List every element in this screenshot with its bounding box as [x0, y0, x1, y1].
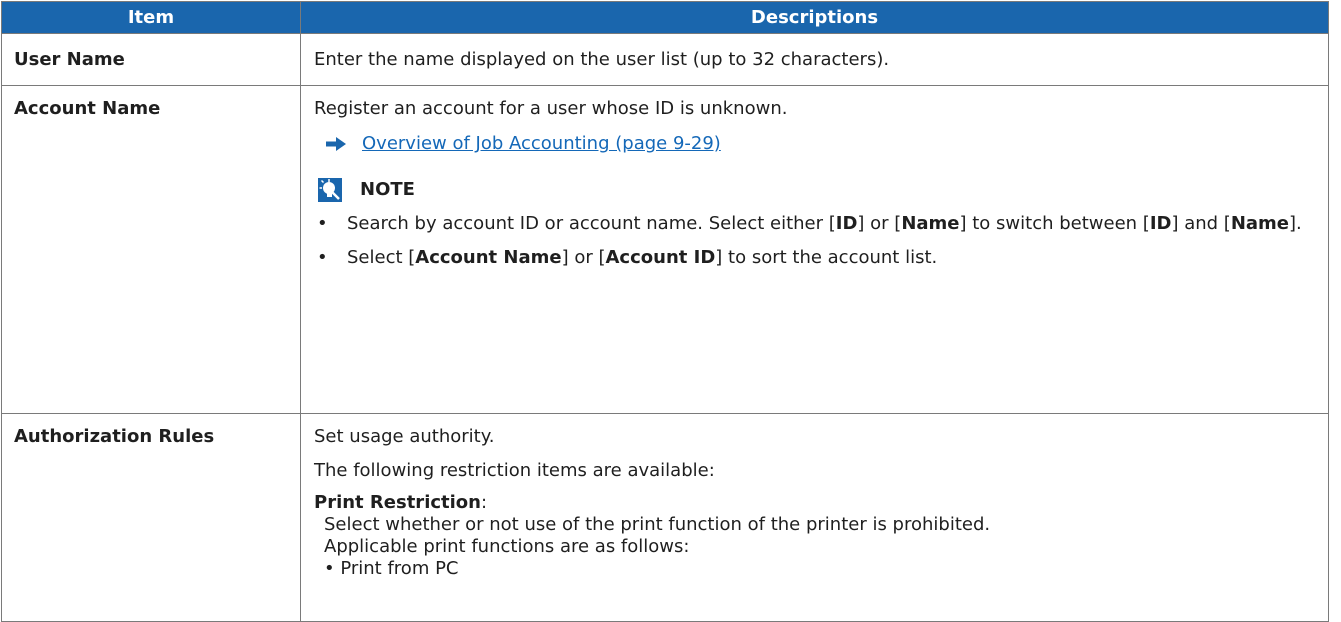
table-row: Authorization Rules Set usage authority.… — [1, 413, 1329, 622]
note-bullet-text: Select [Account Name] or [Account ID] to… — [347, 247, 938, 268]
note-header: NOTE — [314, 177, 1316, 203]
table-row: User Name Enter the name displayed on th… — [1, 33, 1329, 86]
desc-user-name: Enter the name displayed on the user lis… — [300, 33, 1329, 86]
print-restriction-heading: Print Restriction: — [314, 492, 488, 513]
note-bullet-text: Search by account ID or account name. Se… — [347, 213, 1302, 234]
note-bullet: • Select [Account Name] or [Account ID] … — [314, 245, 1316, 271]
job-accounting-link[interactable]: Overview of Job Accounting (page 9-29) — [362, 131, 721, 157]
reference-link-line: Overview of Job Accounting (page 9-29) — [314, 131, 1316, 157]
table-row: Account Name Register an account for a u… — [1, 85, 1329, 414]
auth-line-2: The following restriction items are avai… — [314, 460, 715, 481]
desc-authorization-rules: Set usage authority. The following restr… — [300, 413, 1329, 622]
account-name-description: Register an account for a user whose ID … — [314, 98, 788, 119]
print-restriction-text-1: Select whether or not use of the print f… — [324, 514, 991, 535]
desc-account-name: Register an account for a user whose ID … — [300, 85, 1329, 414]
lightbulb-note-icon — [318, 178, 342, 202]
header-item: Item — [1, 1, 301, 34]
arrow-right-icon — [326, 137, 346, 151]
table-header-row: Item Descriptions — [1, 1, 1329, 34]
settings-table: Item Descriptions User Name Enter the na… — [1, 1, 1329, 622]
item-account-name: Account Name — [1, 85, 301, 414]
print-restriction-text-2: Applicable print functions are as follow… — [324, 536, 690, 557]
note-bullet: • Search by account ID or account name. … — [314, 211, 1316, 237]
item-user-name: User Name — [1, 33, 301, 86]
note-title: NOTE — [360, 179, 415, 200]
header-descriptions: Descriptions — [300, 1, 1329, 34]
print-restriction-text-3: • Print from PC — [324, 558, 459, 579]
auth-line-1: Set usage authority. — [314, 426, 495, 447]
item-authorization-rules: Authorization Rules — [1, 413, 301, 622]
